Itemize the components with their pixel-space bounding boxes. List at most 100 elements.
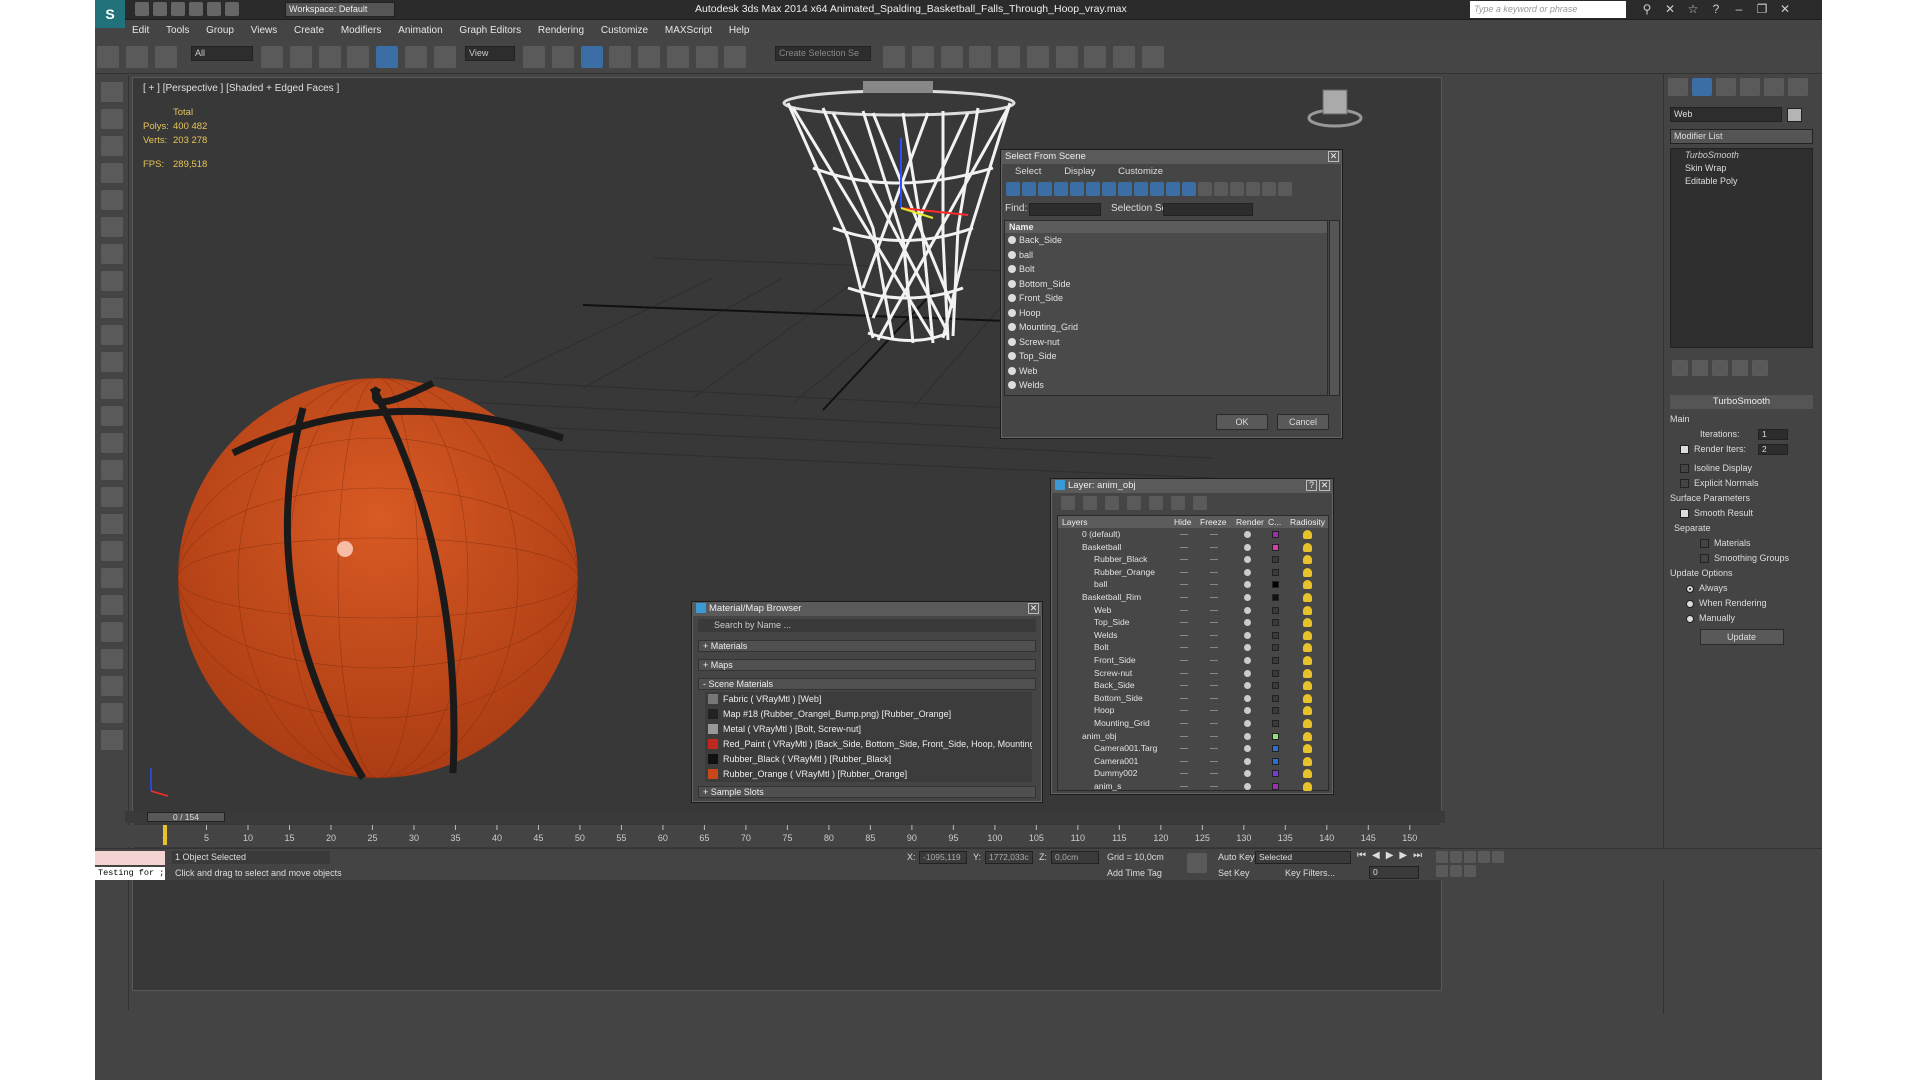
layer-row[interactable]: Dummy002 [1058,767,1328,780]
turbosmooth-rollout-header[interactable]: TurboSmooth [1670,395,1813,409]
maxscript-listener-input[interactable]: Testing for ; [95,867,165,880]
list-item[interactable]: Hoop [1005,306,1327,321]
render-toggle-icon[interactable] [1244,732,1251,740]
layer-row[interactable]: 0 (default) [1058,528,1328,541]
layer-color-swatch[interactable] [1272,581,1279,589]
highlight-layer-icon[interactable] [1149,496,1163,510]
close-icon[interactable]: ✕ [1319,480,1330,491]
vray-sun-icon[interactable] [100,190,123,210]
vray-export-icon[interactable] [100,703,123,723]
material-item[interactable]: Rubber_Orange ( VRayMtl ) [Rubber_Orange… [705,767,1032,782]
modifier-list-dropdown[interactable]: Modifier List [1670,129,1813,144]
radiosity-icon[interactable] [1303,668,1312,678]
hide-toggle[interactable] [1180,534,1188,535]
layer-color-swatch[interactable] [1272,782,1279,790]
layer-color-swatch[interactable] [1272,644,1279,652]
add-to-layer-icon[interactable] [1105,496,1119,510]
layer-row[interactable]: Bottom_Side [1058,692,1328,705]
manipulate-icon[interactable] [551,46,574,68]
freeze-toggle[interactable] [1210,584,1218,586]
smooth-result-checkbox[interactable] [1680,509,1689,519]
layer-row[interactable]: Basketball_Rim [1058,591,1328,604]
freeze-toggle[interactable] [1210,571,1218,573]
radiosity-icon[interactable] [1303,781,1312,791]
render-toggle-icon[interactable] [1244,593,1251,601]
freeze-toggle[interactable] [1210,559,1218,561]
menu-create[interactable]: Create [294,21,324,40]
key-filters-button[interactable]: Key Filters... [1285,867,1335,880]
radiosity-icon[interactable] [1303,605,1312,615]
layer-color-swatch[interactable] [1272,770,1279,778]
iterations-spinner[interactable]: 1 [1758,429,1788,441]
render-toggle-icon[interactable] [1244,719,1251,727]
align-icon[interactable] [911,46,934,68]
radiosity-icon[interactable] [1303,567,1312,577]
freeze-toggle[interactable] [1210,710,1218,712]
freeze-toggle[interactable] [1210,760,1218,762]
orbit-icon[interactable] [1450,865,1462,877]
workspace-dropdown[interactable]: Workspace: Default [285,2,395,17]
radiosity-icon[interactable] [1303,756,1312,766]
list-view-icon[interactable] [1278,182,1292,196]
vray-toolbar-icon[interactable] [100,136,123,156]
layer-color-swatch[interactable] [1272,732,1279,740]
set-key-button[interactable]: Set Key [1218,867,1250,880]
tab-display[interactable]: Display [1064,164,1095,180]
hide-toggle[interactable] [1180,785,1188,787]
zoom-all-icon[interactable] [1450,851,1462,863]
radiosity-icon[interactable] [1303,693,1312,703]
freeze-toggle[interactable] [1210,634,1218,636]
menu-help[interactable]: Help [729,21,750,40]
vray-frame-icon[interactable] [100,82,123,102]
vray-ball-icon[interactable] [100,622,123,642]
vray-render-icon[interactable] [100,109,123,129]
radiosity-icon[interactable] [1303,706,1312,716]
hide-toggle[interactable] [1180,672,1188,674]
render-toggle-icon[interactable] [1244,770,1251,778]
menu-modifiers[interactable]: Modifiers [341,21,382,40]
material-search-input[interactable]: Search by Name ... [698,619,1036,632]
vray-plant-icon[interactable] [100,568,123,588]
layer-row[interactable]: anim_obj [1058,730,1328,743]
display-groups-icon[interactable] [1102,182,1116,196]
radiosity-icon[interactable] [1303,718,1312,728]
vray-env-icon[interactable] [100,514,123,534]
display-lights-icon[interactable] [1038,182,1052,196]
radiosity-icon[interactable] [1303,731,1312,741]
minimize-icon[interactable]: – [1732,2,1746,16]
help-icon[interactable]: ? [1306,480,1317,491]
radiosity-icon[interactable] [1303,580,1312,590]
column-color[interactable]: C... [1268,516,1281,528]
hide-toggle[interactable] [1180,596,1188,598]
hide-toggle[interactable] [1180,685,1188,687]
vray-mesh-icon[interactable] [100,676,123,696]
viewport-label[interactable]: [ + ] [Perspective ] [Shaded + Edged Fac… [143,83,339,94]
percent-snap-icon[interactable] [666,46,689,68]
render-toggle-icon[interactable] [1244,606,1251,614]
list-item[interactable]: Back_Side [1005,233,1327,248]
stack-item-turbosmooth[interactable]: TurboSmooth [1671,149,1812,162]
basketball-net[interactable] [786,102,1012,344]
vray-dome-icon[interactable] [100,244,123,264]
object-color-swatch[interactable] [1787,108,1802,122]
layer-row[interactable]: Front_Side [1058,654,1328,667]
radiosity-icon[interactable] [1303,530,1312,539]
zoom-extents-icon[interactable] [1464,851,1476,863]
hierarchy-icon[interactable] [1262,182,1276,196]
select-from-scene-titlebar[interactable]: Select From Scene ✕ [1001,150,1342,164]
vray-scatter-icon[interactable] [100,487,123,507]
select-by-name-icon[interactable] [289,46,312,68]
select-object-icon[interactable] [261,46,283,68]
render-icon[interactable] [1142,46,1165,68]
vray-fog-icon[interactable] [100,541,123,561]
radiosity-icon[interactable] [1303,769,1312,779]
schematic-view-icon[interactable] [1026,46,1049,68]
section-sample-slots[interactable]: + Sample Slots [698,786,1036,798]
freeze-toggle[interactable] [1210,596,1218,598]
layer-color-swatch[interactable] [1272,745,1279,753]
named-selection-dropdown[interactable]: Create Selection Se [775,46,871,61]
section-maps[interactable]: + Maps [698,659,1036,671]
zoom-icon[interactable] [1436,851,1448,863]
hide-layers-icon[interactable] [1171,496,1185,510]
material-item[interactable]: Rubber_Black ( VRayMtl ) [Rubber_Black] [705,752,1032,767]
